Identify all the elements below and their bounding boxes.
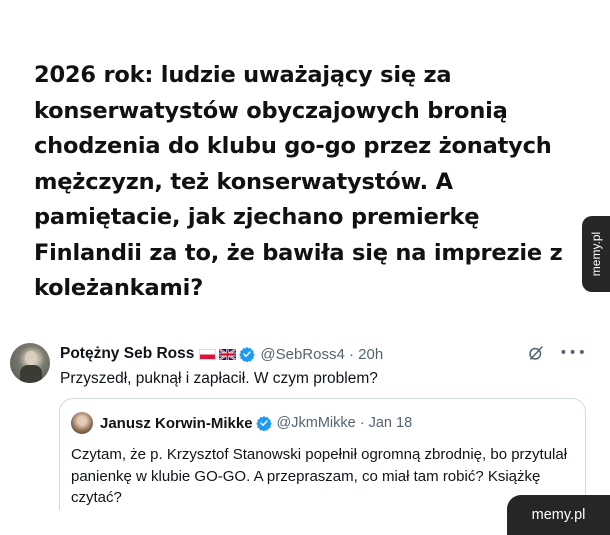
tweet-header: Potężny Seb Ross @SebRoss4 · 20h: [60, 343, 383, 365]
quoted-avatar[interactable]: [71, 412, 93, 434]
tweet-tools: •••: [527, 344, 587, 362]
quoted-tweet[interactable]: Janusz Korwin-Mikke @JkmMikke · Jan 18 C…: [59, 398, 586, 510]
verified-badge-icon: [255, 416, 272, 431]
author-name[interactable]: Potężny Seb Ross: [60, 345, 194, 363]
author-handle-time[interactable]: @SebRoss4 · 20h: [260, 346, 383, 363]
avatar[interactable]: [10, 343, 50, 383]
more-icon[interactable]: •••: [559, 345, 587, 361]
brand-watermark-text: memy.pl: [531, 507, 586, 523]
post-headline: 2026 rok: ludzie uważający się za konser…: [34, 62, 563, 301]
verified-badge-icon: [239, 347, 256, 362]
quoted-author-name[interactable]: Janusz Korwin-Mikke: [100, 415, 253, 432]
brand-watermark-tab[interactable]: memy.pl: [507, 495, 610, 535]
tweet-card[interactable]: Potężny Seb Ross @SebRoss4 · 20h ••• Prz…: [0, 335, 610, 510]
uk-flag-icon: [219, 348, 237, 360]
side-watermark-tab: memy.pl: [582, 216, 610, 292]
tweet-text: Przyszedł, puknął i zapłacił. W czym pro…: [60, 370, 378, 387]
quoted-header: Janusz Korwin-Mikke @JkmMikke · Jan 18: [100, 412, 412, 434]
poland-flag-icon: [199, 348, 217, 360]
side-watermark-text: memy.pl: [589, 231, 603, 277]
quoted-text: Czytam, że p. Krzysztof Stanowski popełn…: [71, 446, 568, 506]
quoted-handle-time[interactable]: @JkmMikke · Jan 18: [277, 415, 413, 431]
grok-icon[interactable]: [527, 344, 545, 362]
